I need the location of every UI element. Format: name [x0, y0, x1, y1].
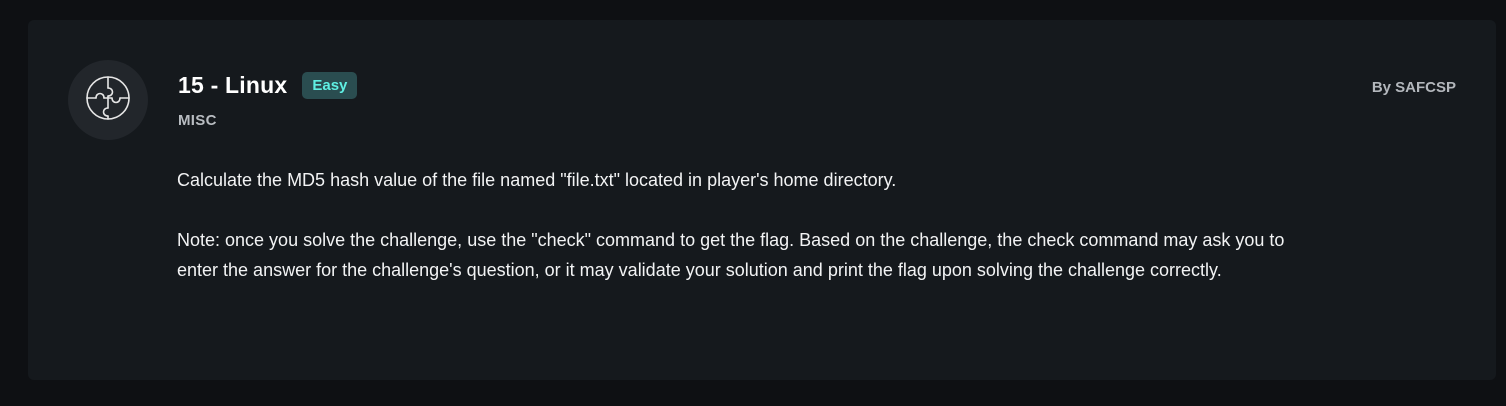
description-paragraph: Calculate the MD5 hash value of the file…	[177, 170, 897, 190]
difficulty-badge: Easy	[302, 72, 358, 99]
title-row: 15 - Linux Easy	[178, 72, 358, 99]
challenge-avatar	[68, 60, 148, 140]
challenge-category: MISC	[178, 112, 217, 129]
challenge-author: By SAFCSP	[1371, 79, 1456, 96]
description-paragraph: Note: once you solve the challenge, use …	[177, 230, 1285, 280]
puzzle-icon	[84, 74, 132, 127]
challenge-title: 15 - Linux	[178, 72, 288, 98]
challenge-description: Calculate the MD5 hash value of the file…	[177, 165, 1297, 285]
challenge-card: 15 - Linux Easy MISC By SAFCSP Calculate…	[28, 20, 1496, 380]
